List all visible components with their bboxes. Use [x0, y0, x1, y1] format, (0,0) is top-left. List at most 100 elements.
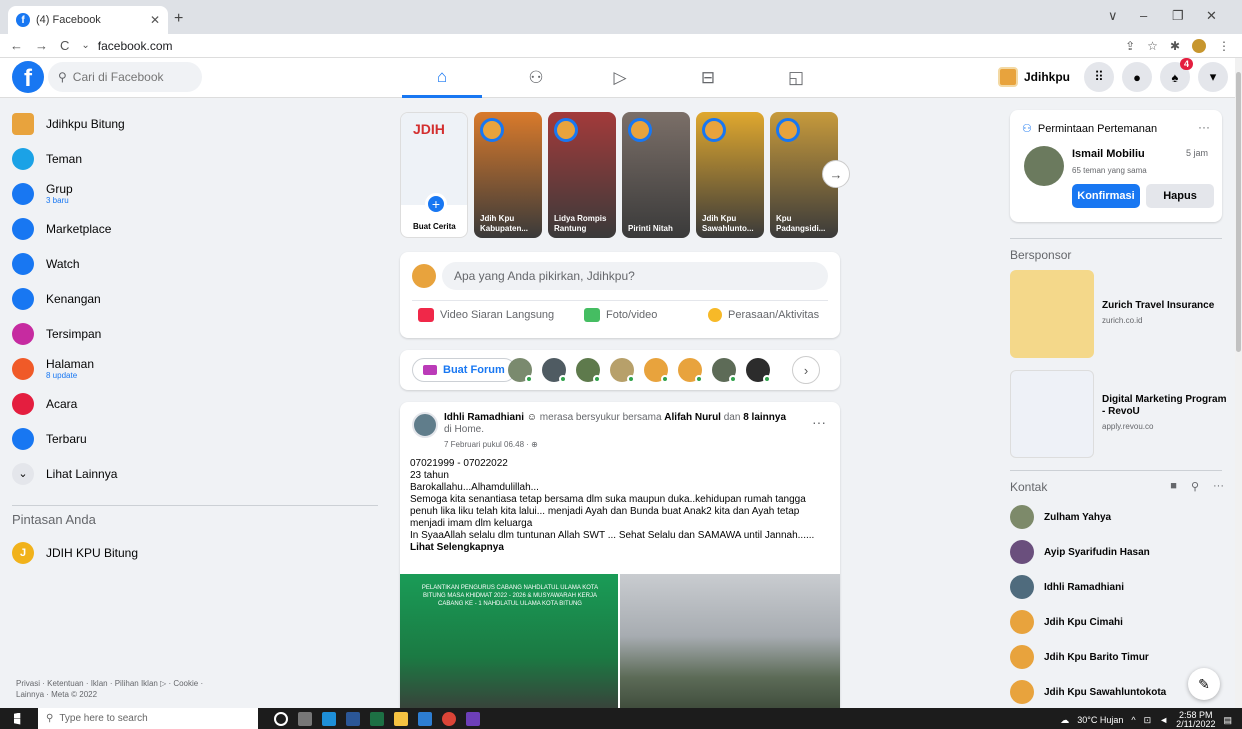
online-friend-avatar[interactable]	[610, 358, 635, 383]
create-story-card[interactable]: JDIH + Buat Cerita	[400, 112, 468, 238]
new-tab-button[interactable]: +	[174, 10, 183, 28]
scrollbar-thumb[interactable]	[1236, 72, 1241, 352]
contact-item[interactable]: Jdih Kpu Cimahi	[1010, 607, 1123, 637]
file-explorer-icon[interactable]	[394, 711, 408, 726]
sidebar-item-watch[interactable]: Watch	[12, 246, 378, 281]
contact-item[interactable]: Jdih Kpu Barito Timur	[1010, 642, 1149, 672]
see-more-link[interactable]: Lihat Selengkapnya	[410, 542, 504, 553]
footer-links[interactable]: Privasi · Ketentuan · Iklan · Pilihan Ik…	[16, 678, 226, 700]
bookmark-star-icon[interactable]: ☆	[1147, 39, 1158, 53]
url-field[interactable]: facebook.com	[98, 39, 173, 53]
more-options-icon[interactable]: ···	[1198, 120, 1210, 134]
nav-home-tab[interactable]: ⌂	[402, 58, 482, 98]
share-icon[interactable]: ⇪	[1125, 39, 1135, 53]
post-photo-2[interactable]	[620, 574, 840, 712]
volume-icon[interactable]: ◄	[1159, 715, 1168, 725]
task-view-icon[interactable]	[298, 711, 312, 726]
ad-card[interactable]: Digital Marketing Program - RevoU apply.…	[1010, 370, 1226, 460]
online-friend-avatar[interactable]	[542, 358, 567, 383]
online-friend-avatar[interactable]	[678, 358, 703, 383]
browser-menu-icon[interactable]: ⋮	[1218, 39, 1230, 53]
contact-item[interactable]: Jdih Kpu Sawahluntokota	[1010, 677, 1166, 707]
create-forum-button[interactable]: Buat Forum	[412, 358, 516, 382]
tab-search-icon[interactable]: ∨	[1108, 8, 1118, 24]
clock[interactable]: 2:58 PM 2/11/2022	[1176, 711, 1215, 729]
sidebar-item-kenangan[interactable]: Kenangan	[12, 281, 378, 316]
photoshop-icon[interactable]	[466, 711, 480, 726]
delete-button[interactable]: Hapus	[1146, 184, 1214, 208]
online-friend-avatar[interactable]	[576, 358, 601, 383]
sidebar-item-grup[interactable]: Grup 3 baru	[12, 176, 378, 211]
facebook-search[interactable]: ⚲	[48, 62, 202, 92]
post-timestamp[interactable]: 7 Februari pukul 06.48 · ⊕	[444, 440, 538, 449]
shortcut-item[interactable]: J JDIH KPU Bitung	[12, 535, 378, 570]
sidebar-item-acara[interactable]: Acara	[12, 386, 378, 421]
edge-icon[interactable]	[322, 711, 336, 726]
taskbar-search[interactable]: ⚲ Type here to search	[38, 708, 258, 729]
nav-gaming-tab[interactable]: ◱	[756, 58, 836, 98]
post-author[interactable]: Idhli Ramadhiani	[444, 412, 524, 423]
profile-chip[interactable]: Jdihkpu	[997, 67, 1070, 87]
forum-next-button[interactable]: ›	[792, 356, 820, 384]
search-input[interactable]	[72, 70, 193, 84]
tray-up-icon[interactable]: ^	[1131, 715, 1135, 725]
story-card[interactable]: Pirinti Nitah	[622, 112, 690, 238]
network-icon[interactable]: ⊡	[1144, 715, 1152, 726]
feeling-button[interactable]: Perasaan/Aktivitas	[708, 308, 819, 322]
back-icon[interactable]: ←	[10, 38, 23, 53]
online-friend-avatar[interactable]	[644, 358, 669, 383]
browser-tab[interactable]: f (4) Facebook ✕	[8, 6, 168, 34]
requester-name[interactable]: Ismail Mobiliu	[1072, 148, 1145, 160]
post-photo-1[interactable]: PELANTIKAN PENGURUS CABANG NAHDLATUL ULA…	[400, 574, 618, 712]
sidebar-item-halaman[interactable]: Halaman 8 update	[12, 351, 378, 386]
sidebar-item-lihat-lainnya[interactable]: ⌄ Lihat Lainnya	[12, 456, 378, 491]
post-author-avatar[interactable]	[412, 412, 438, 438]
sidebar-item-marketplace[interactable]: Marketplace	[12, 211, 378, 246]
browser-profile-avatar[interactable]	[1192, 39, 1206, 53]
facebook-logo[interactable]: f	[12, 61, 44, 93]
weather-text[interactable]: 30°C Hujan	[1077, 715, 1123, 725]
extensions-icon[interactable]: ✱	[1170, 39, 1180, 53]
search-contacts-icon[interactable]: ⚲	[1191, 480, 1199, 493]
forward-icon[interactable]: →	[35, 38, 48, 53]
contact-item[interactable]: Idhli Ramadhiani	[1010, 572, 1124, 602]
store-icon[interactable]	[418, 711, 432, 726]
nav-marketplace-tab[interactable]: ⊟	[668, 58, 748, 98]
requester-avatar[interactable]	[1024, 146, 1064, 186]
chrome-icon[interactable]	[442, 711, 456, 726]
word-icon[interactable]	[346, 711, 360, 726]
minimize-button[interactable]: –	[1140, 8, 1147, 23]
cortana-icon[interactable]	[274, 711, 288, 726]
excel-icon[interactable]	[370, 711, 384, 726]
tagged-others[interactable]: 8 lainnya	[743, 412, 786, 423]
notifications-button[interactable]: ♠ 4	[1160, 58, 1193, 92]
mutual-friends[interactable]: 65 teman yang sama	[1072, 166, 1147, 175]
page-scrollbar[interactable]	[1235, 58, 1242, 708]
new-room-icon[interactable]: ■	[1170, 480, 1177, 493]
post-more-icon[interactable]: ···	[812, 414, 826, 430]
contact-item[interactable]: Ayip Syarifudin Hasan	[1010, 537, 1150, 567]
online-friend-avatar[interactable]	[746, 358, 771, 383]
story-card[interactable]: Lidya Rompis Rantung	[548, 112, 616, 238]
tab-close-icon[interactable]: ✕	[150, 13, 160, 27]
sidebar-item-tersimpan[interactable]: Tersimpan	[12, 316, 378, 351]
notification-center-icon[interactable]: ▤	[1223, 715, 1232, 726]
contacts-more-icon[interactable]: ···	[1213, 480, 1224, 493]
story-card[interactable]: Jdih Kpu Kabupaten...	[474, 112, 542, 238]
sidebar-item-teman[interactable]: Teman	[12, 141, 378, 176]
new-message-button[interactable]: ✎	[1188, 668, 1220, 700]
live-video-button[interactable]: Video Siaran Langsung	[418, 308, 554, 322]
windows-start-icon[interactable]	[14, 712, 21, 725]
site-info-icon[interactable]: ⌄	[81, 40, 89, 51]
messenger-button[interactable]: ●	[1122, 62, 1152, 92]
close-window-button[interactable]: ✕	[1206, 8, 1217, 24]
sidebar-item-terbaru[interactable]: Terbaru	[12, 421, 378, 456]
composer-input[interactable]: Apa yang Anda pikirkan, Jdihkpu?	[442, 262, 828, 290]
sidebar-item-jdihkpu-bitung[interactable]: Jdihkpu Bitung	[12, 106, 378, 141]
tagged-person[interactable]: Alifah Nurul	[664, 412, 721, 423]
maximize-button[interactable]: ❐	[1172, 8, 1184, 24]
ad-card[interactable]: Zurich Travel Insurance zurich.co.id	[1010, 270, 1222, 360]
online-friend-avatar[interactable]	[508, 358, 533, 383]
reload-icon[interactable]: C	[60, 38, 69, 53]
nav-watch-tab[interactable]: ▷	[580, 58, 660, 98]
